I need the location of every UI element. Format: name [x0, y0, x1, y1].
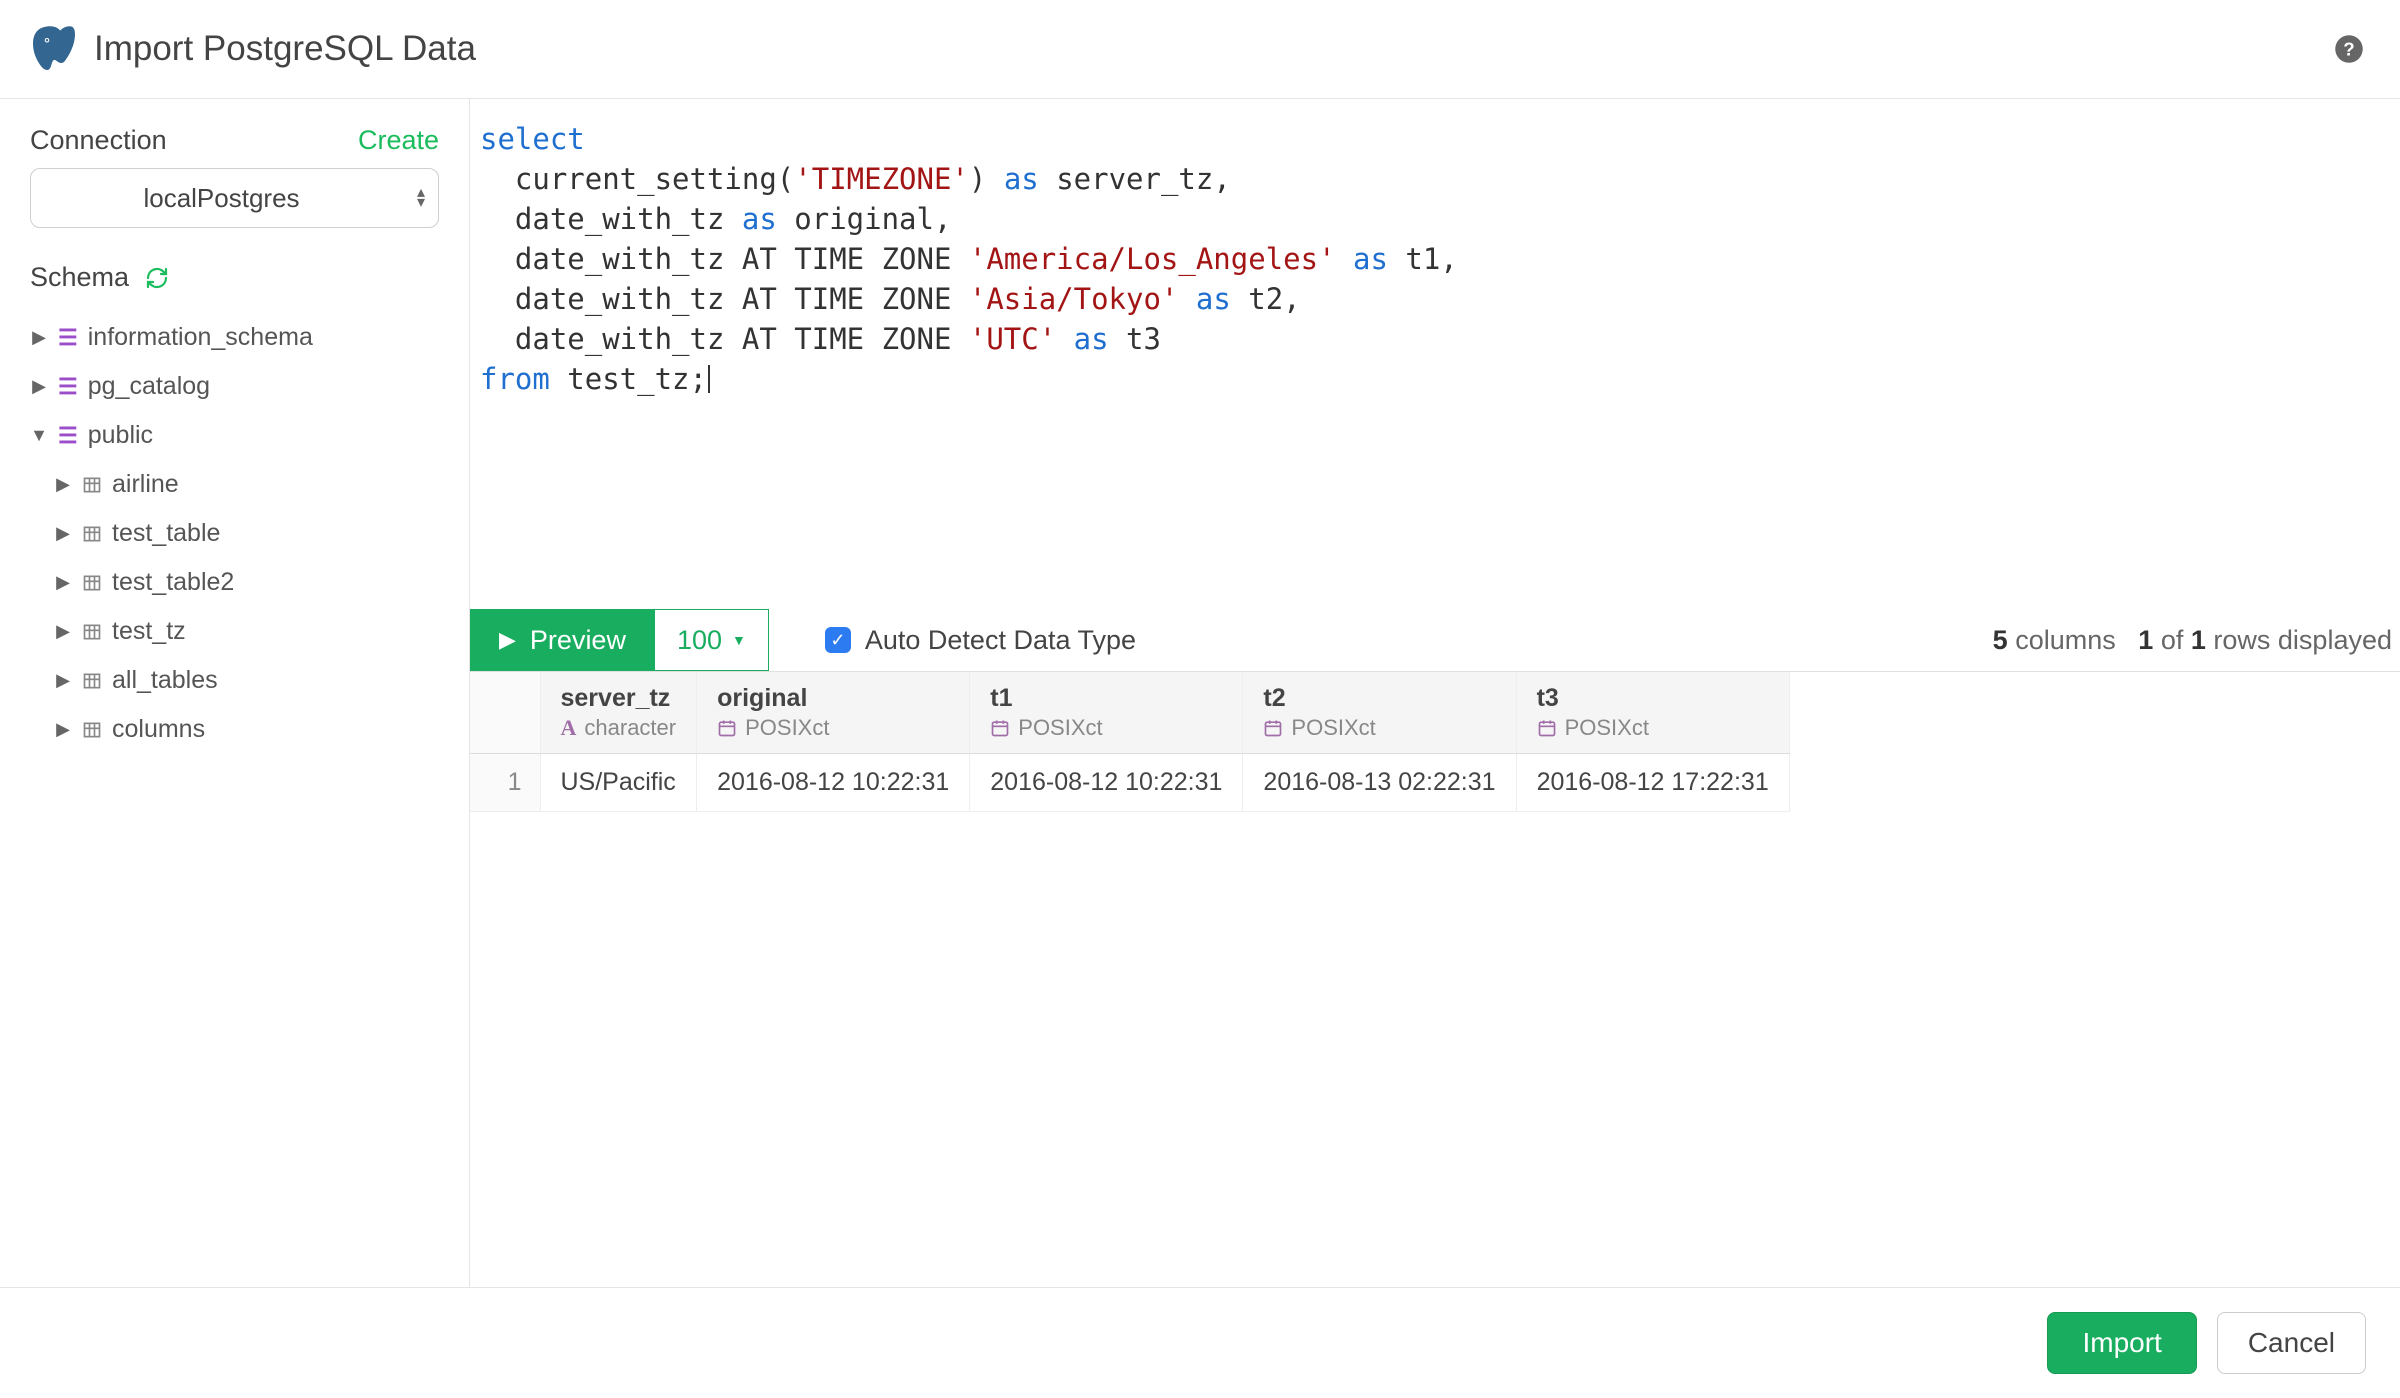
row-number: 1	[470, 754, 540, 812]
results-table: server_tzAcharacteroriginalPOSIXctt1POSI…	[470, 672, 1790, 812]
preview-button[interactable]: ▶ Preview	[470, 609, 655, 671]
caret-right-icon: ▶	[30, 327, 48, 348]
cell: 2016-08-12 10:22:31	[697, 754, 970, 812]
table-item-test_table[interactable]: ▶ test_table	[54, 509, 439, 558]
import-button[interactable]: Import	[2047, 1312, 2196, 1374]
datetime-type-icon	[717, 718, 737, 738]
table-item-all_tables[interactable]: ▶ all_tables	[54, 656, 439, 705]
row-limit-dropdown[interactable]: 100 ▼	[655, 609, 769, 671]
header: Import PostgreSQL Data ?	[0, 0, 2400, 99]
schema-name: information_schema	[88, 323, 313, 352]
column-header-t2[interactable]: t2POSIXct	[1243, 672, 1516, 754]
column-type: POSIXct	[1018, 715, 1102, 741]
auto-detect-label: Auto Detect Data Type	[865, 625, 1136, 656]
preview-toolbar: ▶ Preview 100 ▼ ✓ Auto Detect Data Type …	[470, 609, 2400, 671]
column-name: t2	[1263, 684, 1495, 713]
auto-detect-checkbox[interactable]: ✓ Auto Detect Data Type	[825, 625, 1136, 656]
column-type: POSIXct	[745, 715, 829, 741]
schema-icon: ☰	[58, 423, 78, 449]
table-row[interactable]: 1US/Pacific2016-08-12 10:22:312016-08-12…	[470, 754, 1789, 812]
table-name: all_tables	[112, 666, 218, 695]
column-type: character	[584, 715, 676, 741]
table-name: test_tz	[112, 617, 186, 646]
play-icon: ▶	[499, 627, 516, 653]
table-icon	[82, 475, 102, 495]
row-limit-value: 100	[677, 625, 722, 656]
table-name: columns	[112, 715, 205, 744]
refresh-schema-icon[interactable]	[145, 266, 169, 290]
results-panel: server_tzAcharacteroriginalPOSIXctt1POSI…	[470, 671, 2400, 812]
result-stats: 5 columns 1 of 1 rows displayed	[1993, 625, 2400, 656]
footer: Import Cancel	[0, 1287, 2400, 1398]
connection-select[interactable]: localPostgres	[30, 168, 439, 228]
help-icon[interactable]: ?	[2332, 32, 2366, 66]
column-type: POSIXct	[1291, 715, 1375, 741]
column-type: POSIXct	[1565, 715, 1649, 741]
caret-right-icon: ▶	[54, 670, 72, 691]
caret-right-icon: ▶	[30, 376, 48, 397]
table-icon	[82, 622, 102, 642]
cancel-button[interactable]: Cancel	[2217, 1312, 2366, 1374]
svg-text:?: ?	[2343, 38, 2354, 59]
main: select current_setting('TIMEZONE') as se…	[470, 99, 2400, 1287]
column-header-server_tz[interactable]: server_tzAcharacter	[540, 672, 697, 754]
schema-name: public	[88, 421, 153, 450]
datetime-type-icon	[1263, 718, 1283, 738]
schema-tree: ▶ ☰ information_schema ▶ ☰ pg_catalog ▼ ☰ public…	[30, 313, 439, 754]
schema-label: Schema	[30, 262, 129, 293]
schema-name: pg_catalog	[88, 372, 210, 401]
connection-label: Connection	[30, 125, 167, 156]
rownum-header	[470, 672, 540, 754]
page-title: Import PostgreSQL Data	[94, 29, 476, 69]
chevron-down-icon: ▼	[732, 632, 746, 648]
datetime-type-icon	[990, 718, 1010, 738]
schema-icon: ☰	[58, 374, 78, 400]
caret-right-icon: ▶	[54, 572, 72, 593]
table-item-columns[interactable]: ▶ columns	[54, 705, 439, 754]
table-icon	[82, 671, 102, 691]
column-header-t3[interactable]: t3POSIXct	[1516, 672, 1789, 754]
datetime-type-icon	[1537, 718, 1557, 738]
create-connection-link[interactable]: Create	[358, 125, 439, 156]
column-name: server_tz	[561, 684, 677, 713]
column-header-original[interactable]: originalPOSIXct	[697, 672, 970, 754]
table-item-test_table2[interactable]: ▶ test_table2	[54, 558, 439, 607]
caret-right-icon: ▶	[54, 621, 72, 642]
caret-right-icon: ▶	[54, 474, 72, 495]
schema-icon: ☰	[58, 325, 78, 351]
preview-button-label: Preview	[530, 625, 626, 656]
table-item-test_tz[interactable]: ▶ test_tz	[54, 607, 439, 656]
sql-editor[interactable]: select current_setting('TIMEZONE') as se…	[470, 99, 2400, 609]
postgresql-logo-icon	[24, 18, 84, 80]
cell: 2016-08-12 10:22:31	[970, 754, 1243, 812]
table-icon	[82, 524, 102, 544]
schema-item-pg_catalog[interactable]: ▶ ☰ pg_catalog	[30, 362, 439, 411]
table-name: airline	[112, 470, 179, 499]
column-header-t1[interactable]: t1POSIXct	[970, 672, 1243, 754]
sidebar: Connection Create localPostgres ▴▾ Schem…	[0, 99, 470, 1287]
checkbox-checked-icon: ✓	[825, 627, 851, 653]
cell: 2016-08-13 02:22:31	[1243, 754, 1516, 812]
table-name: test_table2	[112, 568, 234, 597]
caret-right-icon: ▶	[54, 523, 72, 544]
column-name: t1	[990, 684, 1222, 713]
cell: 2016-08-12 17:22:31	[1516, 754, 1789, 812]
schema-item-public[interactable]: ▼ ☰ public	[30, 411, 439, 460]
column-name: t3	[1537, 684, 1769, 713]
table-icon	[82, 720, 102, 740]
table-icon	[82, 573, 102, 593]
column-name: original	[717, 684, 949, 713]
table-item-airline[interactable]: ▶ airline	[54, 460, 439, 509]
cell: US/Pacific	[540, 754, 697, 812]
schema-item-information_schema[interactable]: ▶ ☰ information_schema	[30, 313, 439, 362]
caret-down-icon: ▼	[30, 425, 48, 446]
caret-right-icon: ▶	[54, 719, 72, 740]
character-type-icon: A	[561, 715, 577, 741]
table-name: test_table	[112, 519, 220, 548]
